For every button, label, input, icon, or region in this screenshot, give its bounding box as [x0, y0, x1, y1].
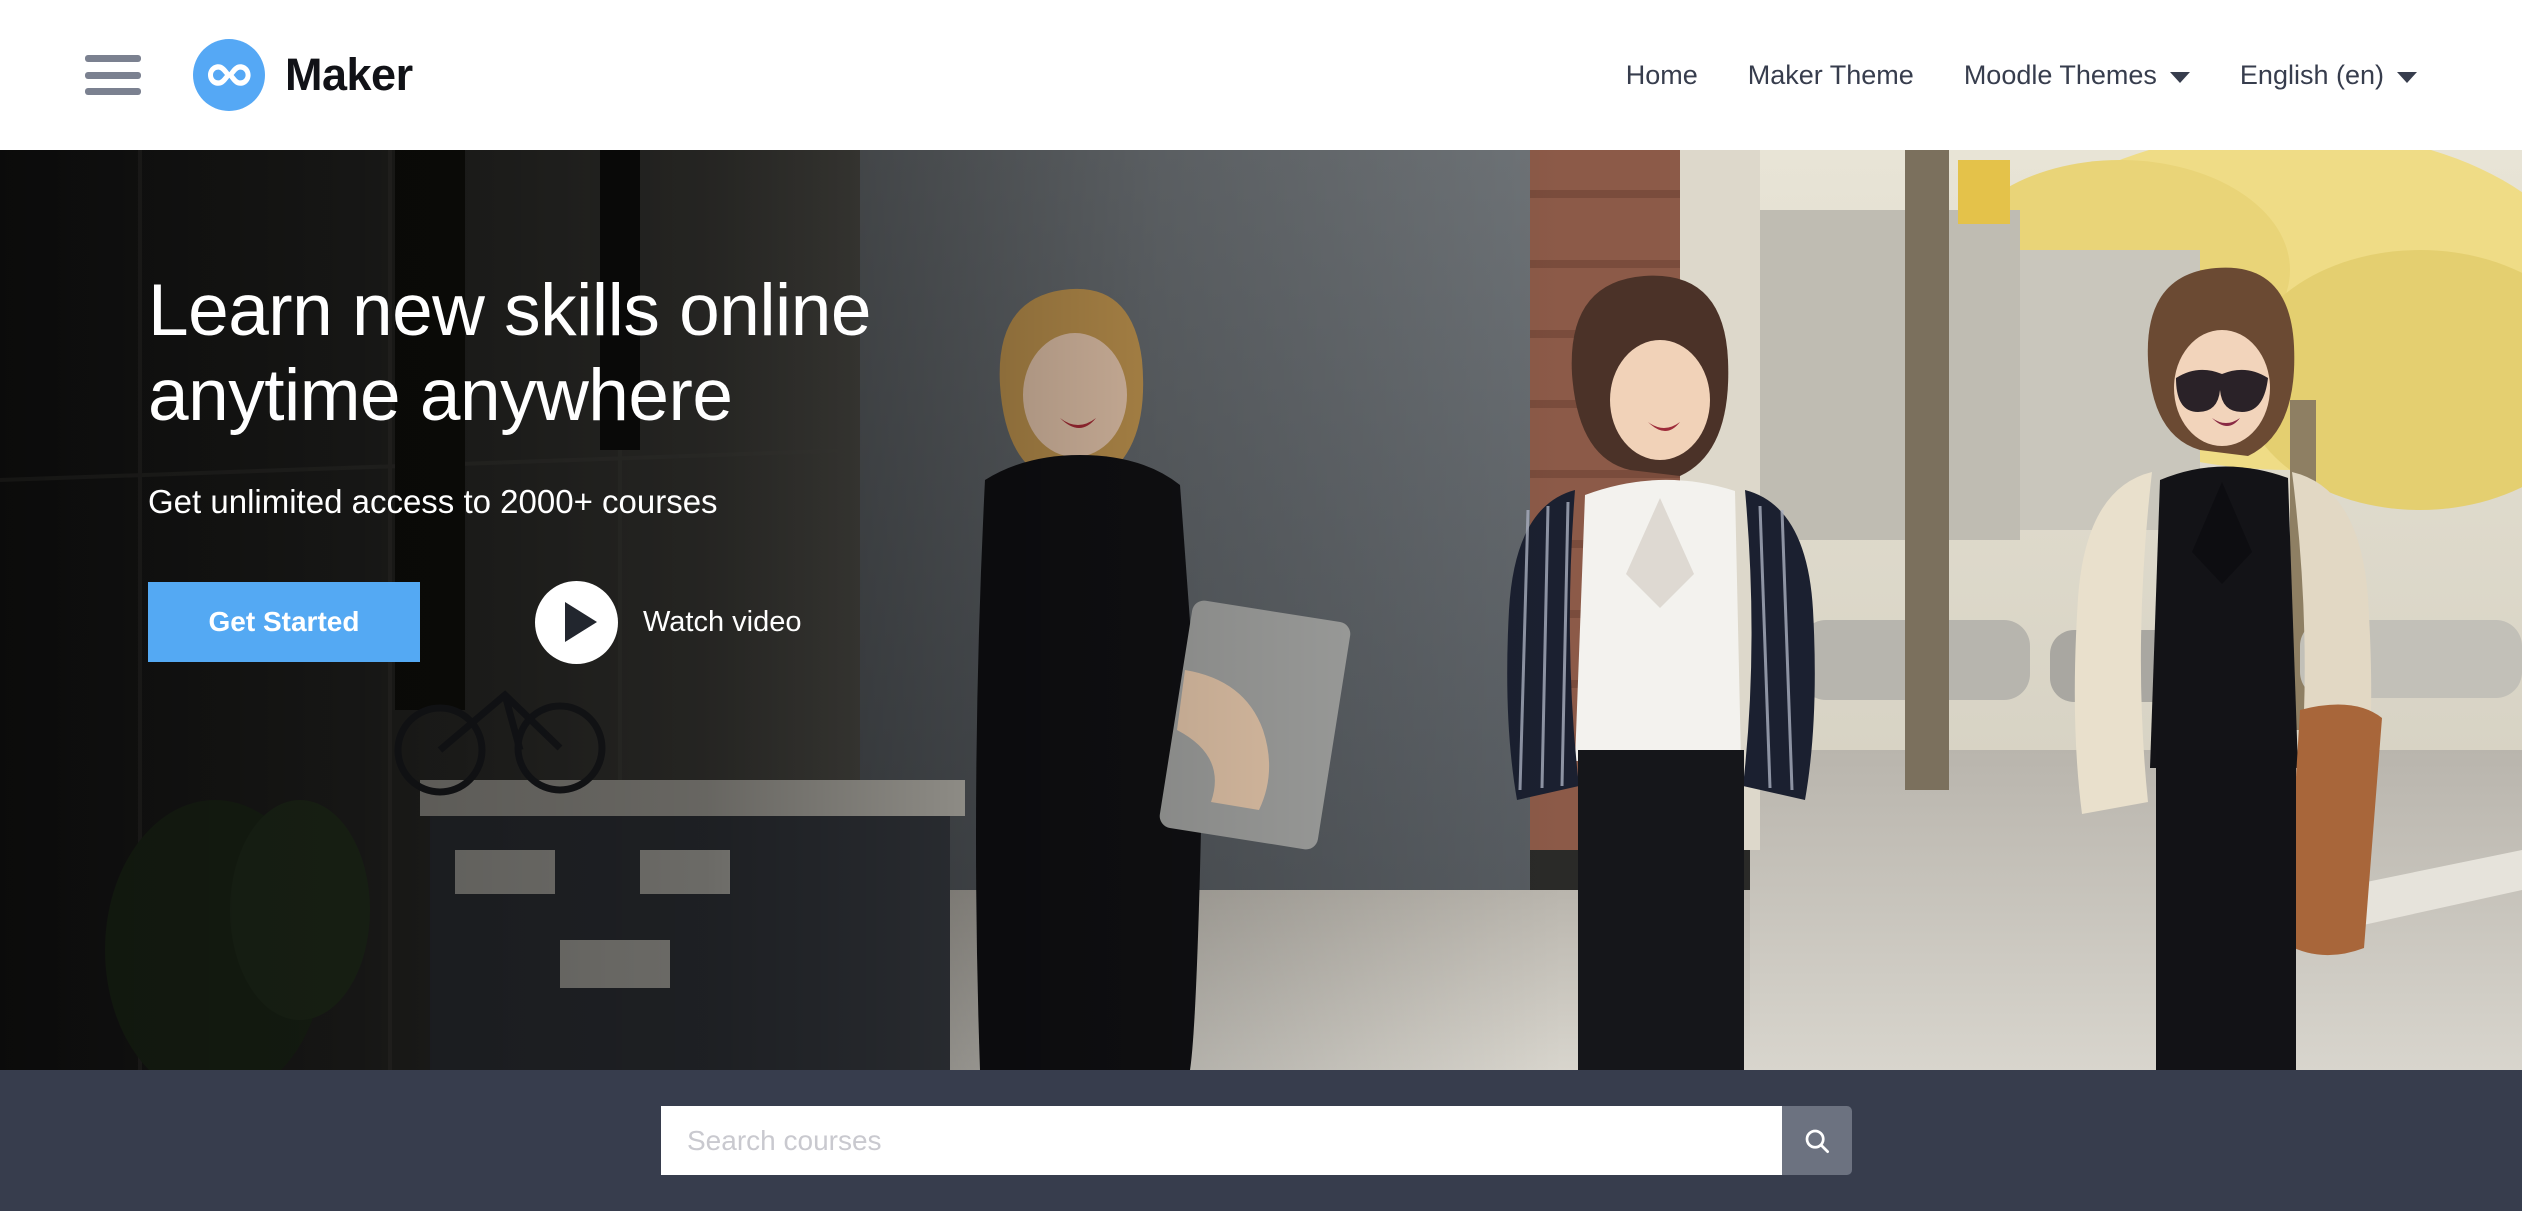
hero-banner: Learn new skills online anytime anywhere…: [0, 150, 2522, 1070]
watch-video-label: Watch video: [643, 605, 802, 638]
get-started-button[interactable]: Get Started: [148, 582, 420, 663]
hero-title-line1: Learn new skills online: [148, 270, 871, 351]
course-search-bar: [0, 1070, 2522, 1211]
search-icon: [1805, 1129, 1829, 1153]
hamburger-bar: [85, 55, 141, 62]
infinity-logo-icon: [193, 39, 265, 111]
nav-label: Maker Theme: [1747, 59, 1914, 90]
search-input[interactable]: [661, 1106, 1782, 1175]
brand-logo-link[interactable]: Maker: [193, 39, 413, 111]
site-header: Maker Home Maker Theme Moodle Themes Eng…: [0, 0, 2522, 150]
chevron-down-icon: [2397, 71, 2417, 83]
brand-name: Maker: [285, 49, 413, 100]
nav-label: English (en): [2239, 59, 2384, 90]
chevron-down-icon: [2169, 71, 2190, 83]
nav-label: Home: [1625, 59, 1698, 90]
nav-item-home[interactable]: Home: [1601, 60, 1723, 91]
search-submit-button[interactable]: [1782, 1106, 1852, 1175]
nav-item-language[interactable]: English (en): [2215, 60, 2442, 91]
nav-item-maker-theme[interactable]: Maker Theme: [1723, 60, 1939, 91]
play-triangle: [564, 602, 597, 643]
watch-video-link[interactable]: Watch video: [535, 580, 802, 664]
play-icon[interactable]: [535, 580, 618, 664]
hero-content: Learn new skills online anytime anywhere…: [148, 268, 1248, 664]
hero-title: Learn new skills online anytime anywhere: [148, 268, 1248, 439]
hero-subtitle: Get unlimited access to 2000+ courses: [148, 482, 718, 520]
hamburger-bar: [85, 71, 141, 79]
hero-title-line2: anytime anywhere: [148, 355, 733, 437]
main-nav: Home Maker Theme Moodle Themes English (…: [1601, 60, 2442, 91]
hamburger-icon[interactable]: [85, 55, 141, 95]
nav-label: Moodle Themes: [1963, 59, 2157, 90]
nav-item-moodle-themes[interactable]: Moodle Themes: [1939, 60, 2215, 91]
search-form: [661, 1106, 1852, 1175]
hamburger-bar: [85, 88, 141, 95]
hero-actions: Get Started Watch video: [148, 580, 1248, 664]
